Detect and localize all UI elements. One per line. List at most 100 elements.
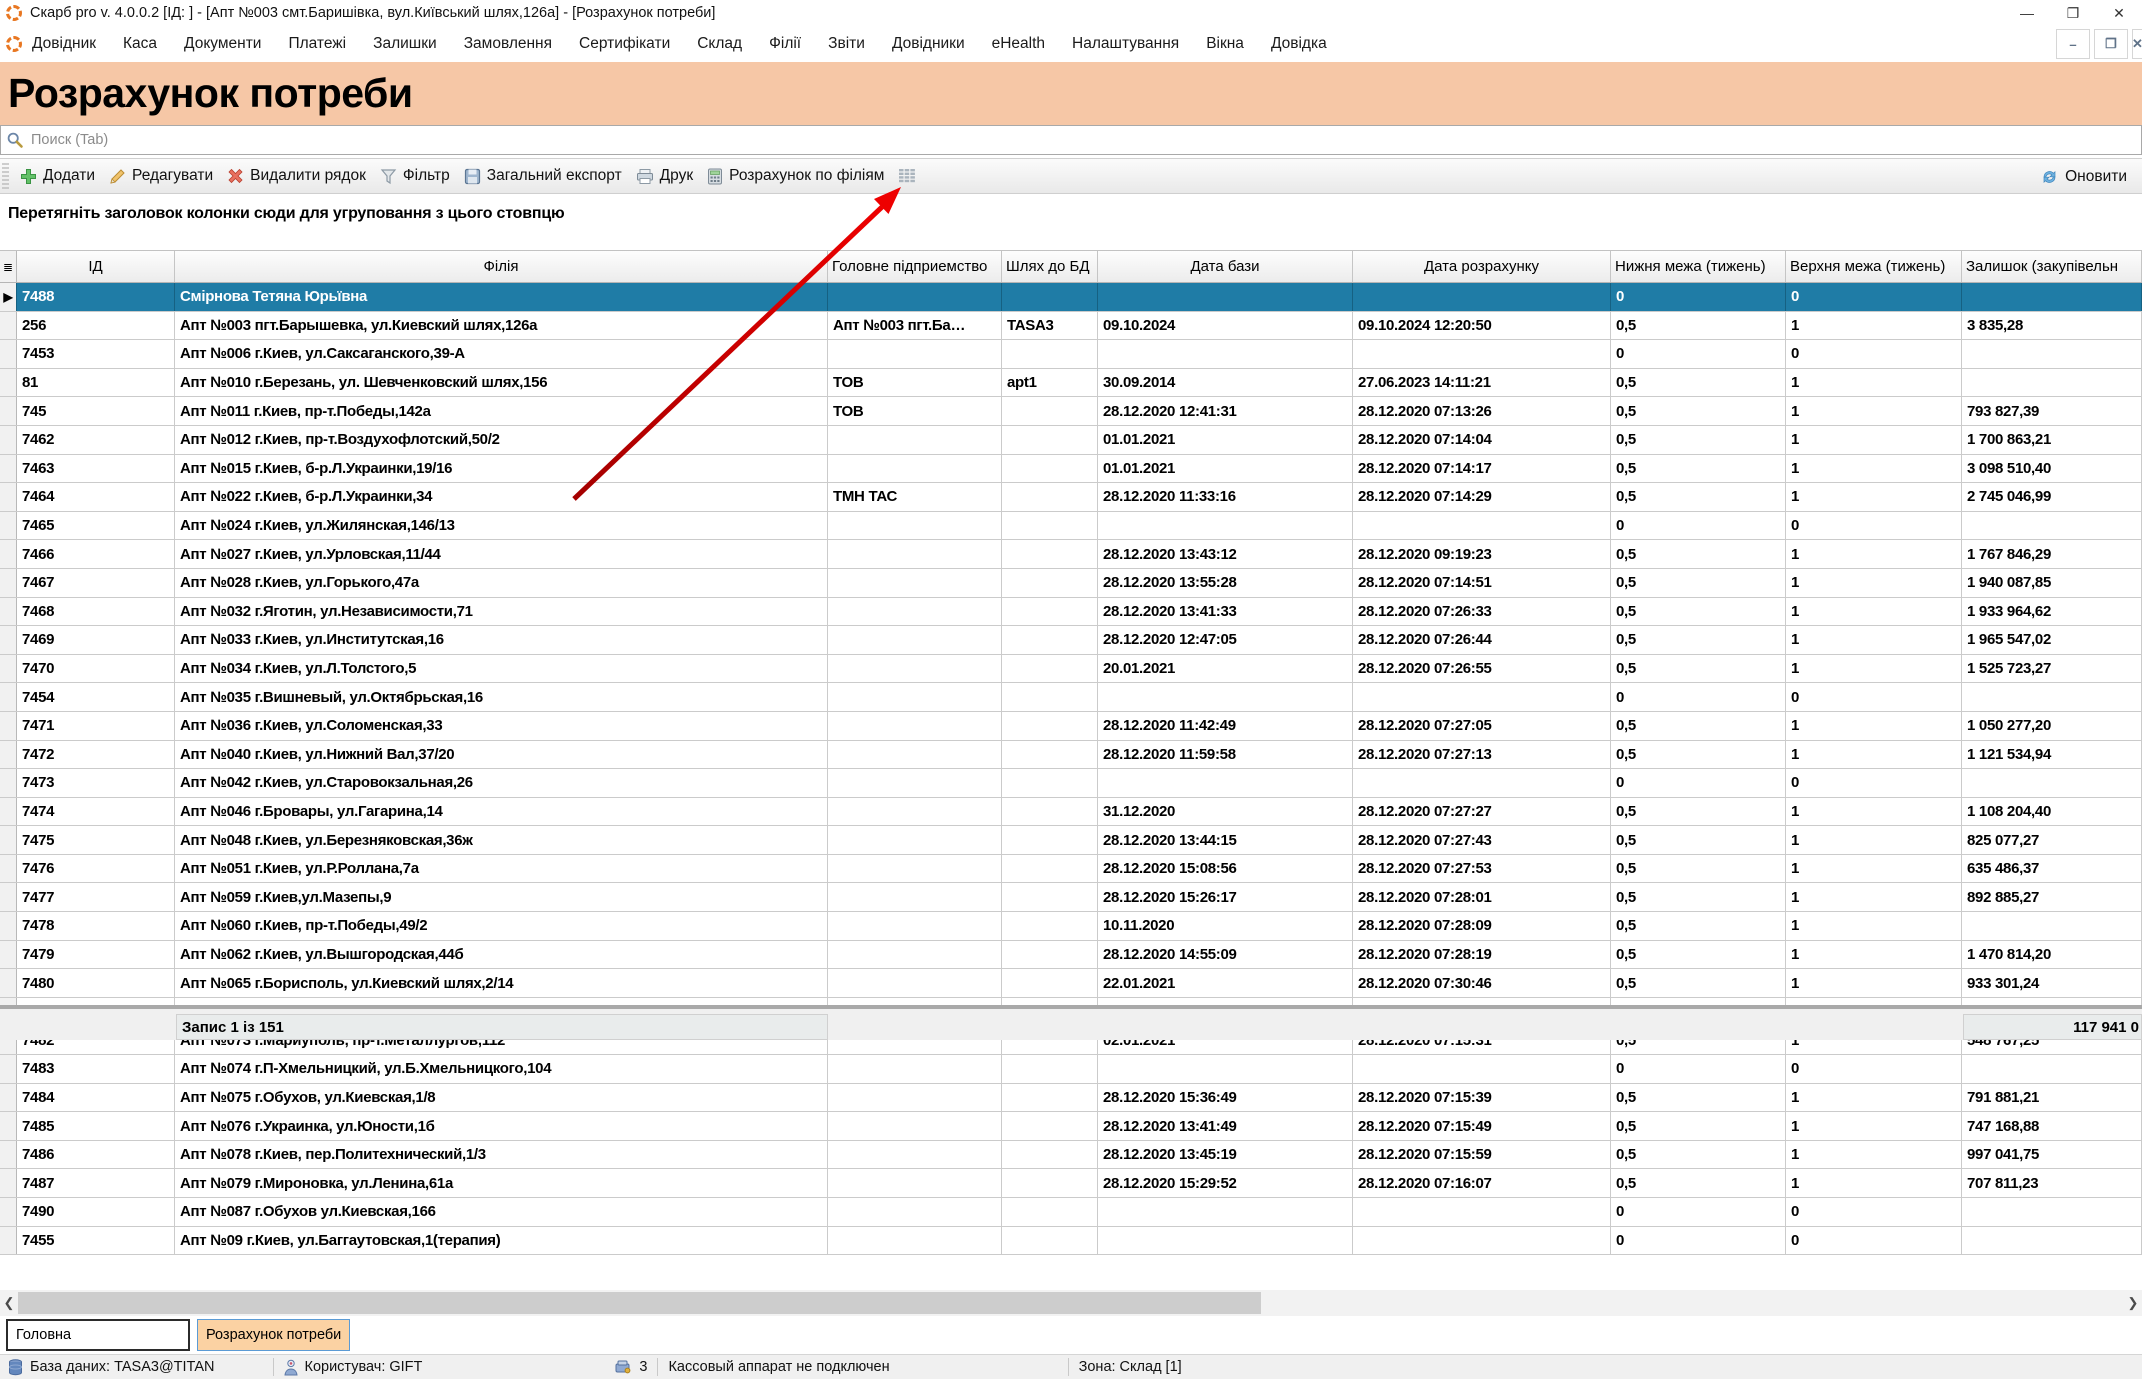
table-row[interactable]: 7467Апт №028 г.Киев, ул.Горького,47а28.1…: [0, 569, 2142, 598]
table-row[interactable]: 7464Апт №022 г.Киев, б-р.Л.Украинки,34ТМ…: [0, 483, 2142, 512]
menu-item-налаштування[interactable]: Налаштування: [1072, 35, 1179, 53]
refresh-button[interactable]: Оновити: [2033, 165, 2134, 189]
cell: [1098, 683, 1353, 711]
table-header-row: ≣ІДФіліяГоловне підприемствоШлях до БДДа…: [0, 250, 2142, 283]
cell: [828, 969, 1002, 997]
table-row[interactable]: 7475Апт №048 г.Киев, ул.Березняковская,3…: [0, 826, 2142, 855]
table-row[interactable]: 7483Апт №074 г.П-Хмельницкий, ул.Б.Хмель…: [0, 1055, 2142, 1084]
table-row[interactable]: 81Апт №010 г.Березань, ул. Шевченковский…: [0, 369, 2142, 398]
table-row[interactable]: 256Апт №003 пгт.Барышевка, ул.Киевский ш…: [0, 312, 2142, 341]
menu-item-вікна[interactable]: Вікна: [1206, 35, 1244, 53]
table-row[interactable]: 7485Апт №076 г.Украинка, ул.Юности,1б28.…: [0, 1112, 2142, 1141]
menu-item-звіти[interactable]: Звіти: [828, 35, 865, 53]
table-row[interactable]: 7466Апт №027 г.Киев, ул.Урловская,11/442…: [0, 540, 2142, 569]
menu-item-склад[interactable]: Склад: [697, 35, 742, 53]
table-row[interactable]: 7480Апт №065 г.Борисполь, ул.Киевский шл…: [0, 969, 2142, 998]
menu-item-довідник[interactable]: Довідник: [32, 35, 96, 53]
cell: 28.12.2020 07:26:44: [1353, 626, 1611, 654]
scrollbar-thumb[interactable]: [18, 1292, 1261, 1314]
table-row[interactable]: 7490Апт №087 г.Обухов ул.Киевская,16600: [0, 1198, 2142, 1227]
menu-item-ehealth[interactable]: eHealth: [992, 35, 1045, 53]
table-row[interactable]: 7454Апт №035 г.Вишневый, ул.Октябрьская,…: [0, 683, 2142, 712]
mdi-restore-button[interactable]: ❐: [2094, 29, 2128, 59]
print-button[interactable]: Друк: [629, 164, 700, 188]
table-row[interactable]: 7455Апт №09 г.Киев, ул.Баггаутовская,1(т…: [0, 1227, 2142, 1256]
column-header-6[interactable]: Нижня межа (тижень): [1611, 251, 1786, 282]
mdi-close-button[interactable]: ✕: [2132, 29, 2142, 59]
edit-button[interactable]: Редагувати: [102, 164, 220, 188]
cell: Апт №062 г.Киев, ул.Вышгородская,44б: [175, 941, 828, 969]
menu-item-довідка[interactable]: Довідка: [1271, 35, 1327, 53]
cell: 0,5: [1611, 712, 1786, 740]
menu-item-документи[interactable]: Документи: [184, 35, 261, 53]
add-button[interactable]: Додати: [13, 164, 102, 188]
search-input[interactable]: Поиск (Tab): [0, 125, 2142, 155]
column-header-2[interactable]: Головне підприемство: [828, 251, 1002, 282]
window-title: Скарб pro v. 4.0.0.2 [ІД: ] - [Апт №003 …: [30, 5, 715, 21]
tab-rozrakhunok-potreby[interactable]: Розрахунок потреби: [197, 1319, 350, 1351]
menu-item-сертифікати[interactable]: Сертифікати: [579, 35, 670, 53]
cell: [1098, 1227, 1353, 1255]
restore-button[interactable]: ❐: [2050, 0, 2096, 26]
cell: [1962, 1198, 2142, 1226]
table-row[interactable]: 7463Апт №015 г.Киев, б-р.Л.Украинки,19/1…: [0, 455, 2142, 484]
column-header-5[interactable]: Дата розрахунку: [1353, 251, 1611, 282]
table-row[interactable]: 7473Апт №042 г.Киев, ул.Старовокзальная,…: [0, 769, 2142, 798]
table-row[interactable]: 7471Апт №036 г.Киев, ул.Соломенская,3328…: [0, 712, 2142, 741]
branch-calc-icon: [707, 168, 723, 185]
close-button[interactable]: ✕: [2096, 0, 2142, 26]
mdi-minimize-button[interactable]: –: [2056, 29, 2090, 59]
table-row[interactable]: 7477Апт №059 г.Киев,ул.Мазепы,928.12.202…: [0, 883, 2142, 912]
cell: 28.12.2020 07:27:53: [1353, 855, 1611, 883]
cell: [1002, 569, 1098, 597]
group-by-zone[interactable]: Перетягніть заголовок колонки сюди для у…: [0, 194, 2142, 250]
row-marker: [0, 883, 17, 911]
cell: 7467: [17, 569, 175, 597]
menu-item-каса[interactable]: Каса: [123, 35, 157, 53]
menu-item-платежі[interactable]: Платежі: [288, 35, 346, 53]
menu-item-довідники[interactable]: Довідники: [892, 35, 965, 53]
table-row[interactable]: 7469Апт №033 г.Киев, ул.Институтская,162…: [0, 626, 2142, 655]
column-header-3[interactable]: Шлях до БД: [1002, 251, 1098, 282]
column-header-0[interactable]: ІД: [17, 251, 175, 282]
menu-item-замовлення[interactable]: Замовлення: [464, 35, 552, 53]
table-row[interactable]: 7474Апт №046 г.Бровары, ул.Гагарина,1431…: [0, 798, 2142, 827]
branch-calc-button[interactable]: Розрахунок по філіям: [700, 164, 891, 188]
table-row[interactable]: 7468Апт №032 г.Яготин, ул.Независимости,…: [0, 598, 2142, 627]
table-row[interactable]: 7470Апт №034 г.Киев, ул.Л.Толстого,520.0…: [0, 655, 2142, 684]
column-header-1[interactable]: Філія: [175, 251, 828, 282]
menu-item-філії[interactable]: Філії: [769, 35, 801, 53]
column-header-4[interactable]: Дата бази: [1098, 251, 1353, 282]
cell: 1: [1786, 312, 1962, 340]
cell: TASA3: [1002, 312, 1098, 340]
columns-button[interactable]: [891, 165, 923, 187]
cell: Апт №003 пгт.Ба…: [828, 312, 1002, 340]
tab-holovna[interactable]: Головна: [6, 1319, 190, 1351]
scroll-right-icon[interactable]: ❯: [2124, 1290, 2142, 1316]
table-row[interactable]: 7487Апт №079 г.Мироновка, ул.Ленина,61а2…: [0, 1169, 2142, 1198]
table-row[interactable]: 7484Апт №075 г.Обухов, ул.Киевская,1/828…: [0, 1084, 2142, 1113]
cell: [828, 798, 1002, 826]
table-row[interactable]: 7486Апт №078 г.Киев, пер.Политехнический…: [0, 1141, 2142, 1170]
table-row[interactable]: 7465Апт №024 г.Киев, ул.Жилянская,146/13…: [0, 512, 2142, 541]
horizontal-scrollbar[interactable]: ❮ ❯: [0, 1290, 2142, 1316]
column-header-8[interactable]: Залишок (закупівельн: [1962, 251, 2142, 282]
scroll-left-icon[interactable]: ❮: [0, 1290, 18, 1316]
minimize-button[interactable]: —: [2004, 0, 2050, 26]
table-row[interactable]: 7478Апт №060 г.Киев, пр-т.Победы,49/210.…: [0, 912, 2142, 941]
table-row[interactable]: 7453Апт №006 г.Киев, ул.Саксаганского,39…: [0, 340, 2142, 369]
cell: 09.10.2024: [1098, 312, 1353, 340]
table-row[interactable]: 7479Апт №062 г.Киев, ул.Вышгородская,44б…: [0, 941, 2142, 970]
filter-button[interactable]: Фільтр: [373, 164, 457, 188]
export-button[interactable]: Загальний експорт: [457, 164, 629, 188]
cell: 3 098 510,40: [1962, 455, 2142, 483]
cell: 7472: [17, 741, 175, 769]
delete-row-button[interactable]: Видалити рядок: [220, 164, 373, 188]
table-row[interactable]: ▶7488Смірнова Тетяна Юрьївна00: [0, 283, 2142, 312]
menu-item-залишки[interactable]: Залишки: [373, 35, 437, 53]
table-row[interactable]: 7476Апт №051 г.Киев, ул.Р.Роллана,7а28.1…: [0, 855, 2142, 884]
table-row[interactable]: 7462Апт №012 г.Киев, пр-т.Воздухофлотски…: [0, 426, 2142, 455]
table-row[interactable]: 7472Апт №040 г.Киев, ул.Нижний Вал,37/20…: [0, 741, 2142, 770]
column-header-7[interactable]: Верхня межа (тижень): [1786, 251, 1962, 282]
table-row[interactable]: 745Апт №011 г.Киев, пр-т.Победы,142аТОВ2…: [0, 397, 2142, 426]
